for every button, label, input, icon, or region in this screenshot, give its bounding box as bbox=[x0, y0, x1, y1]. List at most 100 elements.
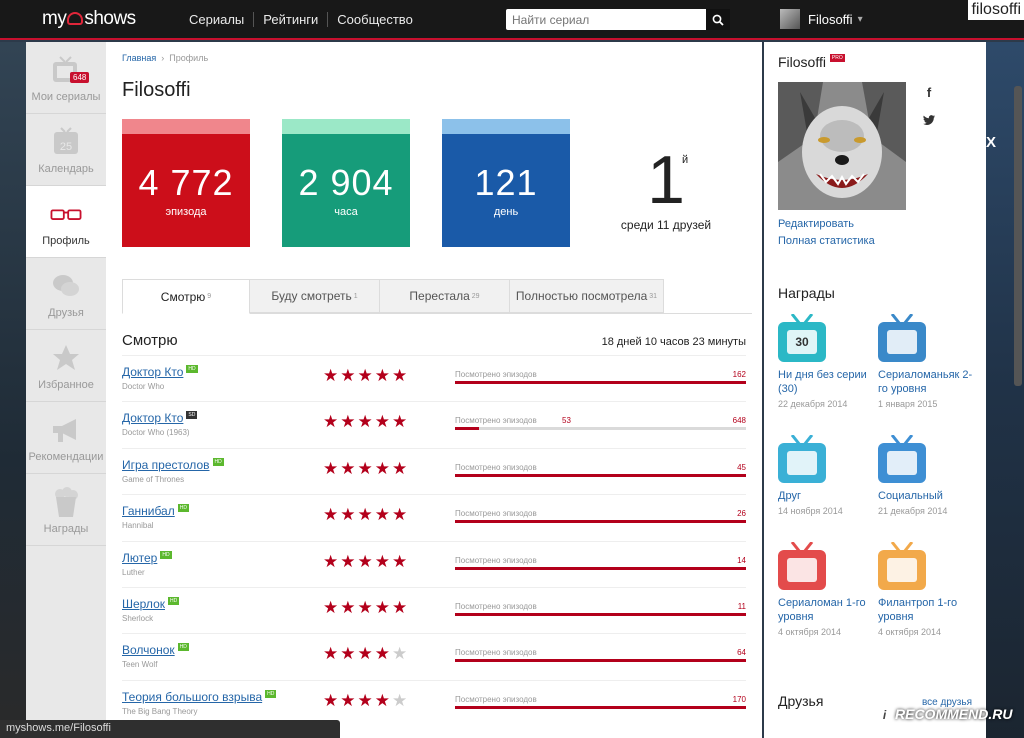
award-item[interactable]: Сериаломан 1-го уровня 4 октября 2014 bbox=[778, 542, 874, 637]
new-episodes-badge: 648 bbox=[70, 72, 90, 83]
sidebar-item-label: Друзья bbox=[48, 307, 84, 319]
rating-stars[interactable]: ★★★★★ bbox=[323, 459, 409, 479]
award-item[interactable]: Социальный 21 декабря 2014 bbox=[878, 435, 974, 516]
top-bar: myshows Сериалы Рейтинги Сообщество Filo… bbox=[0, 0, 1024, 40]
sidebar-item-my-shows[interactable]: 648 Мои сериалы bbox=[26, 42, 106, 114]
show-title-link[interactable]: Волчонок HD bbox=[122, 643, 189, 657]
nav-community[interactable]: Сообщество bbox=[327, 12, 422, 27]
show-tabs: Смотрю 9 Буду смотреть 1 Перестала 29 Полно… bbox=[122, 279, 752, 314]
search-button[interactable] bbox=[706, 9, 730, 30]
award-item[interactable]: Филантроп 1-го уровня 4 октября 2014 bbox=[878, 542, 974, 637]
megaphone-icon bbox=[50, 415, 82, 445]
sidebar-item-label: Мои сериалы bbox=[31, 91, 101, 103]
progress-bar bbox=[455, 520, 746, 524]
show-title-link[interactable]: Игра престолов HD bbox=[122, 457, 224, 472]
progress-fill bbox=[455, 705, 746, 709]
browser-status-bar: myshows.me/Filosoffi bbox=[0, 720, 340, 738]
rating-stars[interactable]: ★★★★★ bbox=[323, 552, 409, 572]
stat-strip bbox=[282, 119, 410, 134]
logo[interactable]: my shows bbox=[42, 8, 136, 30]
progress-fill bbox=[455, 566, 746, 570]
stat-strip bbox=[122, 119, 250, 134]
show-row[interactable]: Доктор Кто HD Doctor Who ★★★★★ Посмотрено эп… bbox=[122, 355, 746, 401]
tab-will-watch[interactable]: Буду смотреть 1 bbox=[250, 279, 380, 313]
sidebar-item-profile[interactable]: Профиль bbox=[26, 186, 106, 258]
nav-ratings[interactable]: Рейтинги bbox=[253, 12, 327, 27]
stat-strip bbox=[442, 119, 570, 134]
progress-fill bbox=[455, 473, 746, 477]
show-row[interactable]: Волчонок HD Teen Wolf ★★★★★ Посмотрено эпизо… bbox=[122, 633, 746, 679]
stat-value: 2 904 bbox=[298, 162, 394, 203]
tab-stopped[interactable]: Перестала 29 bbox=[380, 279, 510, 313]
rating-stars[interactable]: ★★★★★ bbox=[323, 505, 409, 525]
nav-shows[interactable]: Сериалы bbox=[180, 12, 253, 27]
show-title-link[interactable]: Ганнибал HD bbox=[122, 504, 189, 518]
awards-heading: Награды bbox=[778, 285, 835, 301]
rating-stars[interactable]: ★★★★★ bbox=[323, 412, 409, 432]
award-date: 4 октября 2014 bbox=[778, 627, 841, 637]
twitter-icon[interactable] bbox=[919, 110, 939, 130]
award-name: Сериаломаньяк 2-го уровня bbox=[878, 369, 973, 395]
progress-bar bbox=[455, 381, 746, 384]
show-row[interactable]: Лютер HD Luther ★★★★★ Посмотрено эпизодов 14 bbox=[122, 540, 746, 587]
author-watermark: filosoffi bbox=[968, 0, 1024, 20]
logo-tv-icon bbox=[67, 12, 84, 25]
tab-watching[interactable]: Смотрю 9 bbox=[122, 279, 250, 314]
search-input[interactable] bbox=[506, 9, 706, 30]
show-original-title: Luther bbox=[122, 567, 145, 577]
sidebar-item-recommendations[interactable]: Рекомендации bbox=[26, 402, 106, 474]
progress-value: 45 bbox=[737, 462, 746, 472]
show-row[interactable]: Шерлок HD Sherlock ★★★★★ Посмотрено эпизодов… bbox=[122, 586, 746, 633]
profile-sidebar: Filosoffi PRO f Редактировать Полная ста… bbox=[764, 42, 986, 738]
show-title-link[interactable]: Доктор Кто HD bbox=[122, 365, 198, 379]
sidebar-item-label: Рекомендации bbox=[28, 451, 104, 463]
show-original-title: The Big Bang Theory bbox=[122, 706, 198, 716]
wolf-avatar-image bbox=[778, 82, 906, 210]
background-right: X bbox=[986, 42, 1024, 738]
tab-finished[interactable]: Полностью посмотрела 31 bbox=[510, 279, 664, 313]
rating-stars[interactable]: ★★★★★ bbox=[323, 598, 409, 618]
award-date: 1 января 2015 bbox=[878, 399, 938, 409]
rating-stars[interactable]: ★★★★★ bbox=[323, 644, 409, 664]
stat-label: часа bbox=[334, 206, 358, 218]
show-title-link[interactable]: Теория большого взрыва HD bbox=[122, 689, 277, 704]
sidebar-item-label: Награды bbox=[43, 523, 89, 535]
progress-label: Посмотрено эпизодов bbox=[455, 509, 537, 519]
show-row[interactable]: Доктор Кто SD Doctor Who (1963) ★★★★★ Посмот… bbox=[122, 401, 746, 447]
friend-card-icon bbox=[778, 435, 826, 485]
award-item[interactable]: Друг 14 ноября 2014 bbox=[778, 435, 874, 516]
progress-label: Посмотрено эпизодов bbox=[455, 555, 537, 565]
show-row[interactable]: Ганнибал HD Hannibal ★★★★★ Посмотрено эпизод… bbox=[122, 494, 746, 540]
facebook-icon[interactable]: f bbox=[919, 82, 939, 102]
sidebar-item-calendar[interactable]: 25 Календарь bbox=[26, 114, 106, 186]
award-date: 14 ноября 2014 bbox=[778, 506, 843, 516]
award-item[interactable]: Сериаломаньяк 2-го уровня 1 января 2015 bbox=[878, 314, 974, 409]
breadcrumb-home[interactable]: Главная bbox=[122, 53, 156, 63]
user-menu[interactable]: Filosoffi ▾ bbox=[780, 9, 863, 29]
award-date: 22 декабря 2014 bbox=[778, 399, 848, 409]
star-icon bbox=[50, 343, 82, 373]
progress-bar bbox=[455, 566, 746, 570]
full-stats-link[interactable]: Полная статистика bbox=[778, 235, 875, 247]
rating-stars[interactable]: ★★★★★ bbox=[323, 366, 409, 386]
edit-profile-link[interactable]: Редактировать bbox=[778, 218, 854, 230]
show-title-link[interactable]: Шерлок HD bbox=[122, 596, 180, 611]
progress-label: Посмотрено эпизодов bbox=[455, 648, 537, 658]
show-title-link[interactable]: Лютер HD bbox=[122, 550, 172, 565]
stars-icon bbox=[778, 542, 826, 592]
rating-stars[interactable]: ★★★★★ bbox=[323, 691, 409, 711]
show-row[interactable]: Игра престолов HD Game of Thrones ★★★★★ Посм… bbox=[122, 447, 746, 494]
sidebar-item-friends[interactable]: Друзья bbox=[26, 258, 106, 330]
award-date: 21 декабря 2014 bbox=[878, 506, 948, 516]
award-item[interactable]: 30 Ни дня без серии (30) 22 декабря 2014 bbox=[778, 314, 874, 409]
sidebar-item-awards[interactable]: Награды bbox=[26, 474, 106, 546]
scrollbar[interactable] bbox=[1014, 86, 1022, 386]
award-name: Ни дня без серии (30) bbox=[778, 369, 867, 395]
sidebar-item-favorites[interactable]: Избранное bbox=[26, 330, 106, 402]
show-title-link[interactable]: Доктор Кто SD bbox=[122, 411, 198, 425]
sidebar-item-label: Профиль bbox=[42, 235, 90, 247]
quality-tag: SD bbox=[186, 411, 198, 420]
recommend-watermark: i RECOMMEND.RU bbox=[876, 706, 1012, 724]
profile-avatar bbox=[778, 82, 906, 210]
friends-heading: Друзья bbox=[778, 693, 824, 709]
